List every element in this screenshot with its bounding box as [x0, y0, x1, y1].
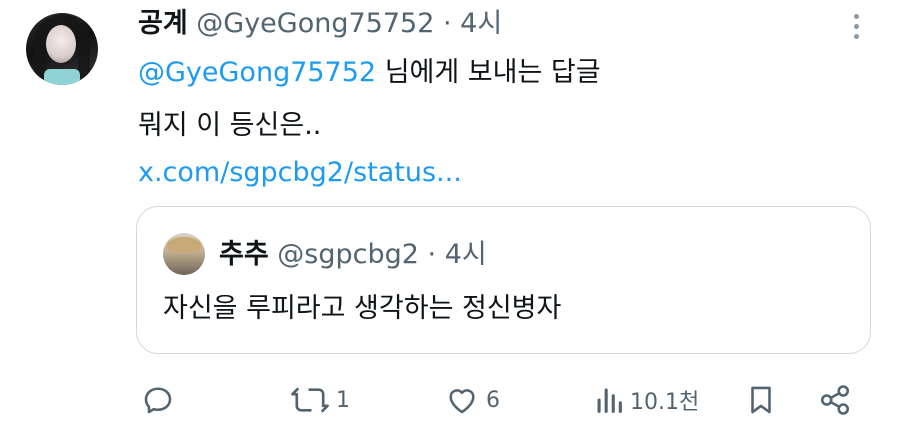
quoted-tweet-time[interactable]: 4시 — [445, 239, 487, 270]
bookmark-icon — [744, 382, 778, 418]
quoted-tweet-card[interactable]: 추추 @sgpcbg2 · 4시 자신을 루피라고 생각하는 정신병자 — [136, 206, 871, 354]
reply-context: @GyeGong75752 님에게 보내는 답글 — [138, 55, 601, 91]
share-icon — [816, 382, 854, 418]
action-bar: 1 6 10.1천 — [0, 380, 900, 420]
retweet-count: 1 — [336, 387, 350, 413]
avatar-face — [46, 25, 76, 63]
retweet-icon — [288, 382, 332, 418]
tweet-time[interactable]: 4시 — [460, 8, 502, 39]
quoted-header-separator: · — [427, 239, 437, 270]
views-icon — [592, 382, 626, 418]
header-separator: · — [442, 8, 452, 39]
reply-mention-link[interactable]: @GyeGong75752 — [138, 57, 376, 88]
bookmark-button[interactable] — [744, 380, 778, 420]
tweet-text: 뭐지 이 등신은.. — [138, 110, 322, 141]
retweet-button[interactable]: 1 — [288, 380, 350, 420]
views-count: 10.1천 — [630, 390, 700, 415]
quoted-author-name[interactable]: 추추 — [219, 239, 269, 270]
quoted-author-handle[interactable]: @sgpcbg2 — [277, 239, 419, 270]
reply-suffix: 님에게 보내는 답글 — [376, 57, 601, 88]
reply-button[interactable] — [140, 380, 180, 420]
tweet-link[interactable]: x.com/sgpcbg2/status... — [138, 155, 462, 191]
author-name[interactable]: 공계 — [138, 8, 188, 39]
author-handle[interactable]: @GyeGong75752 — [196, 8, 434, 39]
like-button[interactable]: 6 — [442, 380, 500, 420]
avatar-collar — [44, 69, 80, 85]
views-button[interactable]: 10.1천 — [592, 380, 699, 420]
share-button[interactable] — [816, 380, 854, 420]
more-icon[interactable] — [850, 14, 862, 42]
avatar-hat — [167, 237, 201, 253]
reply-icon — [140, 382, 176, 418]
quoted-tweet-text: 자신을 루피라고 생각하는 정신병자 — [163, 293, 562, 324]
quoted-author-avatar[interactable] — [163, 233, 205, 275]
like-count: 6 — [486, 387, 500, 413]
tweet-header: 공계 @GyeGong75752 · 4시 — [138, 6, 502, 42]
author-avatar[interactable] — [26, 13, 98, 85]
quoted-tweet-header: 추추 @sgpcbg2 · 4시 — [219, 237, 487, 273]
like-icon — [442, 382, 482, 418]
